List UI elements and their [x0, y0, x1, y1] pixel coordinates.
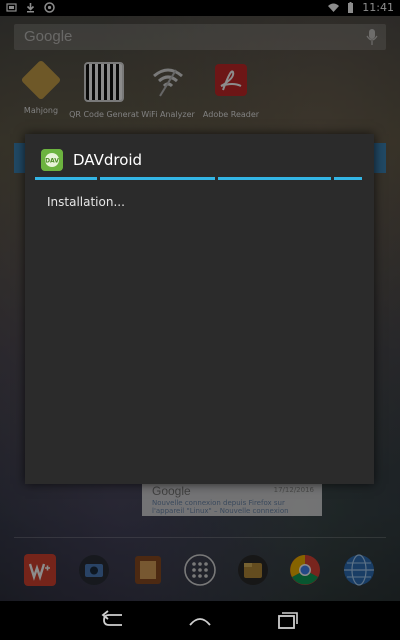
davdroid-icon-text: DAV — [45, 158, 59, 165]
dialog-title: DAVdroid — [73, 151, 143, 169]
installation-message: Installation... — [47, 195, 125, 209]
dialog-header: DAV DAVdroid — [25, 134, 374, 180]
install-dialog: DAV DAVdroid Installation... — [25, 134, 374, 484]
home-icon[interactable] — [186, 609, 214, 631]
back-icon[interactable] — [100, 609, 128, 631]
navigation-bar — [0, 601, 400, 640]
recents-icon[interactable] — [272, 609, 300, 631]
davdroid-icon: DAV — [41, 149, 63, 171]
dialog-divider — [35, 177, 364, 180]
